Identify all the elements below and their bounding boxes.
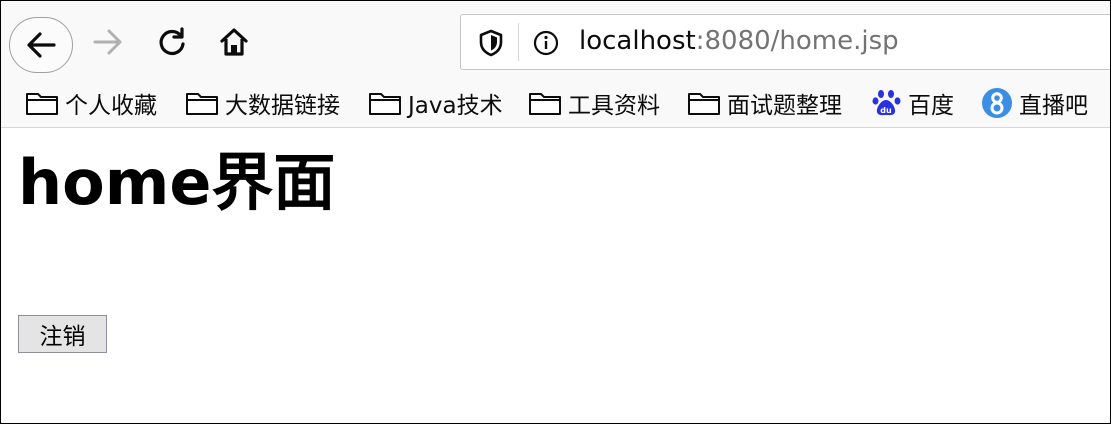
- page-title: home界面: [18, 146, 336, 219]
- browser-window: localhost:8080/home.jsp 个人收藏 大数据链接 Java技…: [0, 0, 1111, 424]
- tracking-shield-icon[interactable]: [479, 29, 503, 61]
- bookmark-folder-java[interactable]: Java技术: [368, 83, 503, 123]
- address-bar[interactable]: localhost:8080/home.jsp: [460, 14, 1110, 70]
- site-info-icon[interactable]: [533, 30, 559, 60]
- bookmark-label: 个人收藏: [65, 93, 157, 119]
- url-text[interactable]: localhost:8080/home.jsp: [579, 26, 899, 56]
- url-host: localhost: [579, 26, 696, 56]
- folder-icon: [25, 90, 59, 116]
- forward-button[interactable]: [85, 19, 131, 65]
- url-path: :8080/home.jsp: [695, 26, 899, 56]
- folder-icon: [687, 90, 721, 116]
- home-icon: [220, 28, 248, 56]
- bookmark-label: Java技术: [408, 93, 503, 119]
- bookmark-label: 工具资料: [568, 93, 660, 119]
- bookmark-label: 面试题整理: [727, 93, 842, 119]
- bookmark-folder-interview[interactable]: 面试题整理: [687, 83, 842, 123]
- baidu-paw-icon: du: [872, 88, 902, 118]
- bookmark-label: 百度: [908, 93, 954, 119]
- bookmark-label: 直播吧: [1019, 93, 1088, 119]
- browser-toolbar: localhost:8080/home.jsp 个人收藏 大数据链接 Java技…: [1, 1, 1110, 128]
- home-button[interactable]: [211, 19, 257, 65]
- urlbar-separator: [518, 23, 519, 61]
- folder-icon: [528, 90, 562, 116]
- arrow-left-icon: [27, 32, 56, 58]
- zhibo8-icon: [981, 87, 1013, 119]
- bookmark-folder-bigdata[interactable]: 大数据链接: [185, 83, 340, 123]
- folder-icon: [368, 90, 402, 116]
- bookmark-folder-favorites[interactable]: 个人收藏: [25, 83, 157, 123]
- bookmark-baidu[interactable]: du 百度: [872, 83, 954, 123]
- reload-button[interactable]: [149, 19, 195, 65]
- bookmark-folder-tools[interactable]: 工具资料: [528, 83, 660, 123]
- svg-text:du: du: [880, 106, 892, 115]
- reload-icon: [159, 27, 185, 56]
- back-button[interactable]: [9, 17, 73, 73]
- bookmark-label: 大数据链接: [225, 93, 340, 119]
- logout-button[interactable]: 注销: [18, 315, 107, 353]
- bookmark-zhibo8[interactable]: 直播吧: [981, 83, 1088, 123]
- folder-icon: [185, 90, 219, 116]
- bookmarks-toolbar: 个人收藏 大数据链接 Java技术 工具资料 面试题整理 du 百度 直播吧: [1, 83, 1110, 123]
- arrow-right-icon: [93, 29, 122, 55]
